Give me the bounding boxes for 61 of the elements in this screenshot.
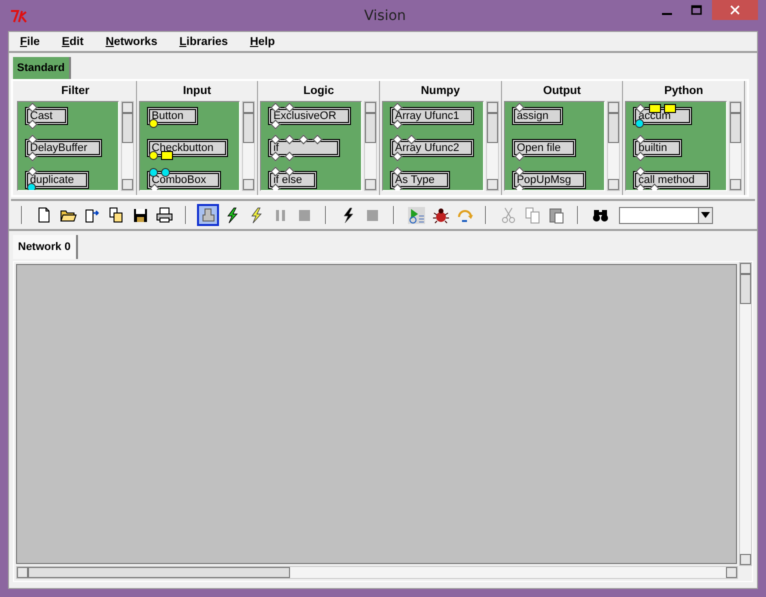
scrollbar[interactable]: [242, 101, 256, 191]
category-title: Input: [182, 85, 212, 97]
menu-item[interactable]: Networks: [106, 36, 158, 48]
scrollbar[interactable]: [120, 101, 134, 191]
scrollbar[interactable]: [486, 101, 499, 191]
network-tab[interactable]: Network 0: [13, 235, 78, 259]
menu-item[interactable]: Help: [250, 36, 275, 48]
node-block[interactable]: duplicate: [25, 171, 90, 189]
node-block[interactable]: As Type: [390, 171, 450, 189]
node-block[interactable]: ExclusiveOR: [268, 107, 352, 125]
scrollbar[interactable]: [607, 101, 620, 191]
node-block[interactable]: Button: [146, 107, 198, 125]
node-block[interactable]: DelayBuffer: [25, 139, 102, 157]
scissors-icon: [500, 206, 516, 224]
menu-item[interactable]: File: [20, 36, 40, 48]
port-square-icon[interactable]: [160, 151, 173, 160]
node-block[interactable]: call method: [633, 171, 710, 189]
port-dot-icon[interactable]: [160, 168, 170, 177]
documents-icon: [108, 206, 124, 224]
category-title: Output: [543, 85, 581, 97]
library-tab[interactable]: Standard: [13, 57, 71, 79]
scrollbar[interactable]: [729, 101, 742, 191]
category-title: Logic: [303, 85, 334, 97]
node-block[interactable]: builtin: [633, 139, 682, 157]
category-title: Numpy: [420, 85, 460, 97]
new-file-icon: [36, 206, 52, 224]
node-block[interactable]: Checkbutton: [146, 139, 228, 157]
copy-icon: [524, 206, 540, 224]
menu-item[interactable]: Edit: [62, 36, 84, 48]
menu-item[interactable]: Libraries: [179, 36, 228, 48]
close-icon: [729, 4, 741, 16]
node-block[interactable]: Array Ufunc1: [390, 107, 474, 125]
category-title: Python: [664, 85, 704, 97]
category-title: Filter: [61, 85, 90, 97]
node-block[interactable]: Cast: [25, 107, 68, 125]
node-block[interactable]: if else: [268, 171, 318, 189]
port-square-icon[interactable]: [649, 104, 662, 113]
play-list-icon: [408, 206, 424, 224]
maximize-icon: [691, 4, 703, 16]
bug-icon: [432, 206, 448, 224]
close-button[interactable]: [712, 0, 758, 20]
scrollbar[interactable]: [739, 262, 752, 566]
port-dot-icon[interactable]: [635, 119, 644, 128]
stamp-icon: [200, 206, 216, 224]
document-arrow-icon: [84, 206, 100, 224]
minimize-icon: [662, 13, 672, 15]
node-block[interactable]: assign: [512, 107, 564, 125]
port-square-icon[interactable]: [664, 104, 676, 113]
search-combo[interactable]: [619, 206, 713, 224]
app-logo-icon: [10, 8, 28, 22]
port-dot-icon[interactable]: [148, 168, 158, 177]
node-block[interactable]: PopUpMsg: [512, 171, 586, 189]
paste-icon: [548, 206, 564, 224]
printer-icon: [156, 206, 172, 224]
scrollbar[interactable]: [16, 566, 738, 579]
node-block[interactable]: Open file: [512, 139, 576, 157]
node-block[interactable]: Array Ufunc2: [390, 139, 474, 157]
node-block[interactable]: ComboBox: [146, 171, 222, 189]
window-title: Vision: [363, 8, 407, 24]
scrollbar[interactable]: [364, 101, 378, 191]
caret-icon: [701, 212, 710, 218]
